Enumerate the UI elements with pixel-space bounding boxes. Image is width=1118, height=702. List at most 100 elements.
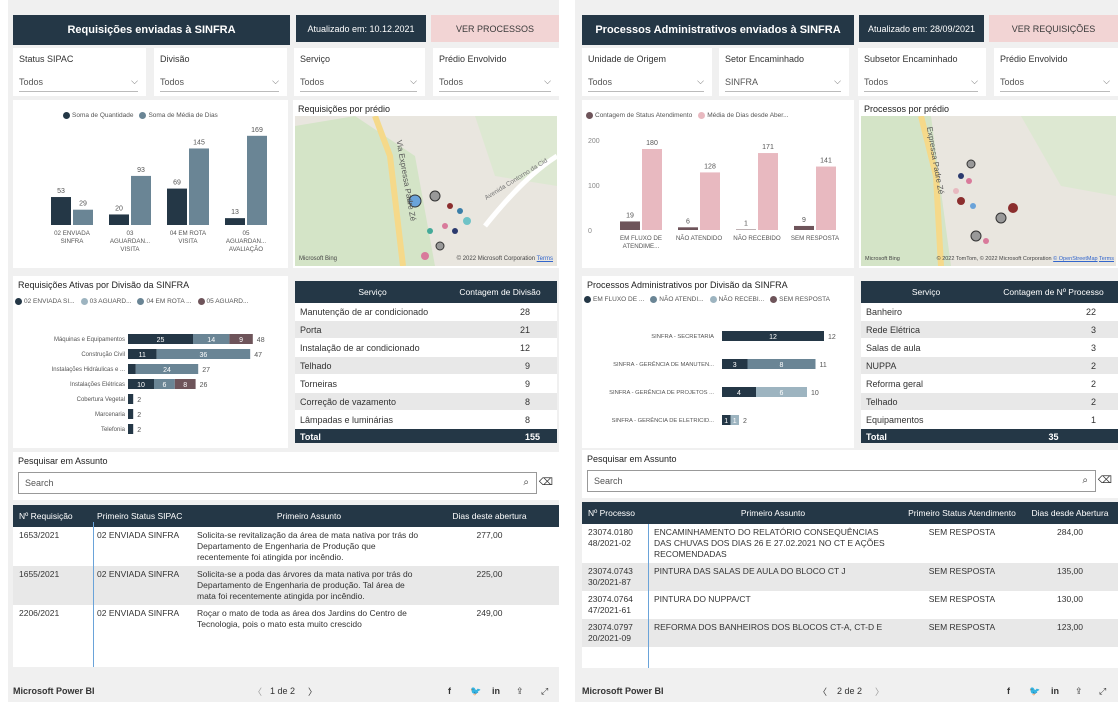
ver-requisicoes-button[interactable]: VER REQUISIÇÕES (989, 15, 1118, 42)
slicer-subsetor[interactable]: Subsetor Encaminhado Todos ⌵ (858, 48, 986, 96)
facebook-icon[interactable]: f (448, 686, 451, 696)
twitter-icon[interactable]: 🐦 (470, 686, 481, 697)
prev-page-icon[interactable]: 〈 (253, 685, 262, 698)
map-svg (295, 116, 557, 266)
table-row[interactable]: Telhado 9 (295, 357, 557, 375)
next-page-icon[interactable]: 〉 (875, 685, 884, 698)
chevron-down-icon: ⌵ (410, 76, 417, 86)
linkedin-icon[interactable]: in (1051, 686, 1059, 696)
column-header[interactable]: Dias deste abertura (427, 511, 552, 521)
column-header[interactable]: Serviço (861, 287, 991, 297)
table-row[interactable]: 23074.0743 30/2021-87 PINTURA DAS SALAS D… (582, 563, 1118, 591)
column-header[interactable]: Primeiro Status Atendimento (898, 508, 1026, 518)
slicer-setor[interactable]: Setor Encaminhado SINFRA ⌵ (719, 48, 849, 96)
cell-count: 22 (1085, 306, 1096, 317)
updated-label: Atualizado em: 28/09/2021 (859, 15, 984, 42)
column-header[interactable]: Nº Processo (582, 508, 648, 518)
slicer-dropdown[interactable]: Todos ⌵ (588, 74, 704, 92)
table-row[interactable]: 23074.0764 47/2021-61 PINTURA DO NUPPA/CT… (582, 591, 1118, 619)
slicer-unidade-origem[interactable]: Unidade de Origem Todos ⌵ (582, 48, 712, 96)
table-row[interactable]: Reforma geral 2 (861, 375, 1118, 393)
table-row[interactable]: Instalação de ar condicionado 12 (295, 339, 557, 357)
table-row[interactable]: Torneiras 9 (295, 375, 557, 393)
search-input[interactable]: Search (18, 472, 537, 494)
table-row[interactable]: Banheiro 22 (861, 303, 1118, 321)
table-row[interactable]: 23074.0797 20/2021-09 REFORMA DOS BANHEIR… (582, 619, 1118, 647)
slicer-divisao[interactable]: Divisão Todos ⌵ (154, 48, 287, 96)
cell-count: 8 (524, 396, 530, 407)
table-header: Nº Requisição Primeiro Status SIPAC Primei… (13, 505, 559, 527)
slicer-predio[interactable]: Prédio Envolvido Todos ⌵ (433, 48, 559, 96)
slicer-dropdown[interactable]: Todos ⌵ (864, 74, 978, 92)
data-label: 93 (137, 167, 145, 174)
slicer-servico[interactable]: Serviço Todos ⌵ (294, 48, 425, 96)
cell-id: 23074.0797 20/2021-09 (588, 622, 633, 643)
share-icon[interactable]: ⇪ (1075, 686, 1083, 697)
column-header[interactable]: Primeiro Assunto (191, 511, 427, 521)
eraser-icon[interactable]: ⌫ (539, 477, 553, 488)
building-map[interactable]: Via Expressa Padre Zé Avenida Contorno d… (295, 116, 557, 266)
segment-label: 3 (733, 362, 737, 369)
building-map[interactable]: Expressa Padre Zé Microsoft Bing © 2022 … (861, 116, 1116, 266)
y-tick-label: 200 (588, 138, 600, 145)
powerbi-brand[interactable]: Microsoft Power BI (582, 686, 664, 696)
bar-segment (128, 409, 134, 419)
table-row[interactable]: 2206/2021 02 ENVIADA SINFRA Roçar o mato d… (13, 605, 559, 633)
next-page-icon[interactable]: 〉 (308, 685, 317, 698)
prev-page-icon[interactable]: 〈 (818, 685, 827, 698)
twitter-icon[interactable]: 🐦 (1029, 686, 1040, 697)
linkedin-icon[interactable]: in (492, 686, 500, 696)
eraser-icon[interactable]: ⌫ (1098, 475, 1112, 486)
column-header[interactable]: Primeiro Status SIPAC (91, 511, 191, 521)
ver-processos-button[interactable]: VER PROCESSOS (431, 15, 559, 42)
slicer-dropdown[interactable]: SINFRA ⌵ (725, 74, 841, 92)
cell-id: 23074.0180 48/2021-02 (588, 527, 633, 548)
column-header[interactable]: Contagem de Nº Processo (991, 287, 1116, 297)
table-row[interactable]: Telhado 2 (861, 393, 1118, 411)
cell-id: 1655/2021 (19, 569, 60, 579)
category-label: Instalações Elétricas (70, 382, 125, 388)
expand-icon[interactable]: ⤢ (541, 686, 548, 697)
search-icon[interactable]: ⌕ (1082, 475, 1088, 486)
table-row[interactable]: NUPPA 2 (861, 357, 1118, 375)
search-icon[interactable]: ⌕ (523, 477, 529, 488)
bar (225, 218, 245, 225)
facebook-icon[interactable]: f (1007, 686, 1010, 696)
table-row[interactable]: 1653/2021 02 ENVIADA SINFRA Solicita-se re… (13, 527, 559, 566)
slicer-predio[interactable]: Prédio Envolvido Todos ⌵ (994, 48, 1118, 96)
share-icon[interactable]: ⇪ (516, 686, 524, 697)
column-header[interactable]: Dias desde Abertura (1026, 508, 1114, 518)
cell-subject: Solicita-se revitalização da área de mat… (197, 530, 419, 562)
table-row[interactable]: Lâmpadas e luminárias 8 (295, 411, 557, 429)
slicer-dropdown[interactable]: Todos ⌵ (439, 74, 551, 92)
table-row[interactable]: Correção de vazamento 8 (295, 393, 557, 411)
search-input[interactable]: Search (587, 470, 1096, 492)
expand-icon[interactable]: ⤢ (1099, 686, 1106, 697)
table-row[interactable]: Rede Elétrica 3 (861, 321, 1118, 339)
powerbi-brand[interactable]: Microsoft Power BI (13, 686, 95, 696)
slicer-dropdown[interactable]: Todos ⌵ (160, 74, 279, 92)
table-row[interactable]: 23074.0180 48/2021-02 ENCAMINHAMENTO DO R… (582, 524, 1118, 563)
column-header[interactable]: Nº Requisição (13, 511, 91, 521)
category-label: Cobertura Vegetal (77, 397, 125, 403)
slicer-dropdown[interactable]: Todos ⌵ (1000, 74, 1110, 92)
slicer-dropdown[interactable]: Todos ⌵ (300, 74, 417, 92)
table-row[interactable]: 1655/2021 02 ENVIADA SINFRA Solicita-se a … (13, 566, 559, 605)
slicer-dropdown[interactable]: Todos ⌵ (19, 74, 138, 92)
osm-link[interactable]: © OpenStreetMap (1053, 256, 1097, 262)
cell-service: Instalação de ar condicionado (300, 342, 420, 353)
terms-link[interactable]: Terms (1099, 256, 1114, 262)
slicer-value: Todos (864, 77, 889, 87)
table-row[interactable]: Porta 21 (295, 321, 557, 339)
slicer-status-sipac[interactable]: Status SIPAC Todos ⌵ (13, 48, 146, 96)
total-label: 12 (828, 334, 836, 341)
column-header[interactable]: Serviço (295, 287, 450, 297)
table-row[interactable]: Manutenção de ar condicionado 28 (295, 303, 557, 321)
cell-status: SEM RESPOSTA (928, 566, 996, 576)
table-row[interactable]: Salas de aula 3 (861, 339, 1118, 357)
terms-link[interactable]: Terms (537, 256, 553, 262)
column-header[interactable]: Contagem de Divisão (450, 287, 550, 297)
column-header[interactable]: Primeiro Assunto (648, 508, 898, 518)
bar (167, 188, 187, 225)
table-row[interactable]: Equipamentos 1 (861, 411, 1118, 429)
